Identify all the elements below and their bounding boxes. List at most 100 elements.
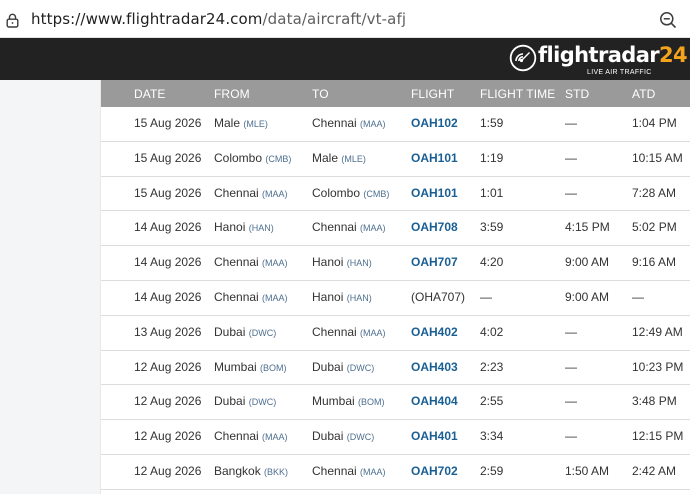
flight-link[interactable]: OAH102 [411, 116, 458, 130]
cell-to: Male (MLE) [312, 151, 366, 165]
cell-date: 14 Aug 2026 [134, 220, 202, 235]
cell-from: Male (MLE) [214, 116, 268, 130]
radar-logo-icon [509, 44, 537, 72]
flight-callsign: (OHA707) [411, 289, 466, 304]
from-code: (MLE) [243, 119, 268, 129]
cell-date: 12 Aug 2026 [134, 463, 202, 478]
to-city: Chennai [312, 324, 357, 339]
zoom-out-icon[interactable] [659, 11, 677, 29]
from-city: Mumbai [214, 359, 257, 374]
url-text[interactable]: https://www.flightradar24.com/data/aircr… [31, 10, 406, 28]
cell-atd: 10:15 AM [632, 150, 683, 165]
cell-to: Mumbai (BOM) [312, 394, 385, 408]
from-code: (CMB) [265, 153, 292, 164]
to-code: (BOM) [358, 397, 385, 408]
flight-link[interactable]: OAH401 [411, 429, 458, 443]
cell-std: — [565, 116, 577, 130]
cell-from: Bangkok (BKK) [214, 464, 288, 478]
flight-link[interactable]: OAH403 [411, 360, 458, 374]
cell-flight-time: 1:01 [480, 185, 504, 200]
cell-from: Chennai (MAA) [214, 255, 288, 269]
lock-icon[interactable] [6, 13, 19, 28]
cell-atd: 3:48 PM [632, 394, 677, 409]
address-pill[interactable]: https://www.flightradar24.com/data/aircr… [0, 3, 690, 33]
cell-flight-time: 3:59 [480, 220, 504, 235]
cell-from: Dubai (DWC) [214, 394, 276, 408]
table-row: 12 Aug 2026 Mumbai (BOM) Dubai (DWC) OAH… [101, 350, 690, 386]
header-date: DATE [134, 87, 166, 101]
cell-std: 9:00 AM [565, 255, 610, 270]
header-to: TO [312, 87, 329, 101]
cell-date: 15 Aug 2026 [134, 185, 202, 200]
flight-link[interactable]: OAH708 [411, 220, 458, 234]
cell-atd: 10:23 PM [632, 359, 684, 374]
to-code: (HAN) [346, 258, 372, 269]
from-city: Dubai [214, 324, 246, 339]
header-from: FROM [214, 87, 250, 101]
logo-wordmark: flightradar24 [538, 43, 688, 67]
cell-atd: 12:15 PM [632, 429, 684, 444]
cell-flight-time: 1:19 [480, 150, 504, 165]
cell-flight-time: 1:59 [480, 116, 504, 130]
to-city: Dubai [312, 429, 344, 444]
cell-to: Chennai (MAA) [312, 220, 386, 234]
url-path: /data/aircraft/vt-afj [262, 10, 407, 28]
cell-std: — [565, 150, 577, 165]
to-code: (MAA) [360, 223, 386, 234]
from-code: (DWC) [248, 397, 277, 408]
cell-std: — [565, 394, 577, 409]
cell-from: Chennai (MAA) [214, 429, 288, 443]
flight-link[interactable]: OAH101 [411, 186, 458, 200]
cell-date: 15 Aug 2026 [134, 150, 202, 165]
cell-date: 14 Aug 2026 [134, 255, 202, 270]
table-row: 15 Aug 2026 Colombo (CMB) Male (MLE) OAH… [101, 141, 690, 177]
url-host: https://www.flightradar24.com [31, 10, 263, 28]
from-city: Chennai [214, 429, 259, 444]
to-city: Mumbai [312, 394, 355, 409]
table-row: 12 Aug 2026 Bangkok (BKK) Chennai (MAA) … [101, 454, 690, 490]
cell-from: Chennai (MAA) [214, 186, 288, 200]
flight-link[interactable]: OAH402 [411, 325, 458, 339]
to-code: (MLE) [341, 153, 366, 164]
table-row: 12 Aug 2026 Dubai (DWC) Mumbai (BOM) OAH… [101, 385, 690, 421]
from-code: (MAA) [262, 188, 288, 199]
flight-link[interactable]: OAH404 [411, 394, 458, 408]
cell-date: 12 Aug 2026 [134, 359, 202, 374]
cell-std: — [565, 185, 577, 200]
from-code: (MAA) [262, 292, 288, 303]
cell-to: Hanoi (HAN) [312, 255, 372, 269]
table-row: 14 Aug 2026 Chennai (MAA) Hanoi (HAN) OA… [101, 246, 690, 281]
to-code: (DWC) [346, 362, 375, 373]
site-logo[interactable]: flightradar24 LIVE AIR TRAFFIC [509, 42, 688, 78]
cell-to: Colombo (CMB) [312, 186, 389, 200]
cell-to: Dubai (DWC) [312, 360, 374, 374]
from-code: (BKK) [264, 466, 289, 477]
cell-to: Chennai (MAA) [312, 325, 386, 339]
from-city: Bangkok [214, 463, 261, 478]
cell-std: — [565, 324, 577, 339]
cell-date: 12 Aug 2026 [134, 394, 202, 409]
to-code: (MAA) [360, 466, 386, 477]
to-code: (HAN) [346, 292, 372, 303]
cell-from: Dubai (DWC) [214, 325, 276, 339]
from-city: Male [214, 116, 241, 130]
cell-atd: 12:49 AM [632, 324, 683, 339]
from-city: Chennai [214, 185, 259, 200]
header-flight: FLIGHT [411, 87, 455, 101]
logo-number: 24 [659, 43, 688, 67]
to-city: Male [312, 150, 339, 165]
table-row: 15 Aug 2026 Chennai (MAA) Colombo (CMB) … [101, 176, 690, 212]
flight-link[interactable]: OAH707 [411, 255, 458, 269]
cell-atd: 5:02 PM [632, 220, 677, 235]
table-row: 14 Aug 2026 Chennai (MAA) Hanoi (HAN) (O… [101, 280, 690, 316]
from-code: (MAA) [262, 258, 288, 269]
from-code: (DWC) [248, 327, 277, 338]
flight-link[interactable]: OAH101 [411, 151, 458, 165]
cell-flight-time: 4:20 [480, 255, 504, 270]
table-row: 15 Aug 2026 Male (MLE) Chennai (MAA) OAH… [101, 107, 690, 142]
to-city: Chennai [312, 463, 357, 478]
cell-from: Mumbai (BOM) [214, 360, 287, 374]
header-flight-time: FLIGHT TIME [480, 87, 556, 101]
flight-link[interactable]: OAH702 [411, 464, 458, 478]
header-std: STD [565, 87, 590, 101]
